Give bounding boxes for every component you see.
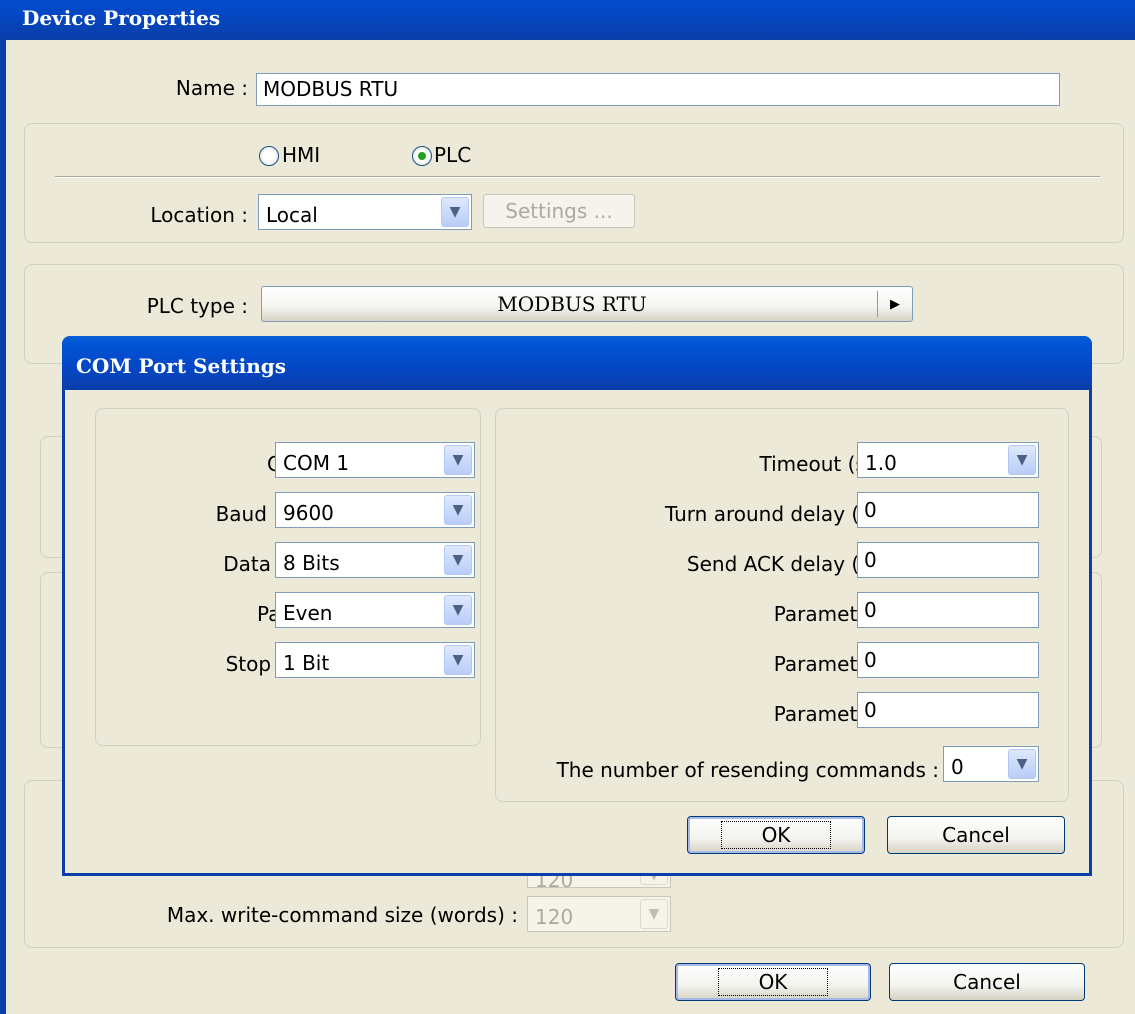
- chevron-down-icon[interactable]: ▼: [444, 545, 472, 575]
- plc-type-button[interactable]: MODBUS RTU ▶: [261, 286, 913, 322]
- com-port-settings-dialog: COM Port Settings COM : COM 1 ▼ Baud rat…: [62, 336, 1092, 876]
- stop-bits-value: 1 Bit: [283, 651, 330, 675]
- timeout-select[interactable]: 1.0 ▼: [857, 442, 1039, 478]
- group-separator: [55, 176, 1100, 178]
- ok-button-label: OK: [717, 968, 829, 996]
- window-title: Device Properties: [22, 6, 221, 30]
- max-write-label: Max. write-command size (words) :: [166, 903, 518, 927]
- parameter-2-label: Parameter 2 :: [773, 652, 910, 676]
- parity-select[interactable]: Even ▼: [275, 592, 475, 628]
- turn-around-delay-input[interactable]: 0: [857, 492, 1039, 528]
- name-label: Name :: [175, 76, 248, 100]
- chevron-down-icon[interactable]: ▼: [444, 495, 472, 525]
- send-ack-delay-input[interactable]: 0: [857, 542, 1039, 578]
- send-ack-delay-label: Send ACK delay (ms) :: [686, 552, 910, 576]
- chevron-down-icon[interactable]: ▼: [444, 445, 472, 475]
- plc-type-value: MODBUS RTU: [497, 292, 647, 316]
- chevron-down-icon[interactable]: ▼: [640, 899, 668, 929]
- max-write-select[interactable]: 120 ▼: [527, 896, 671, 932]
- com-cancel-button[interactable]: Cancel: [887, 816, 1065, 854]
- plc-label[interactable]: PLC: [434, 143, 471, 167]
- chevron-down-icon[interactable]: ▼: [441, 197, 469, 227]
- parameter-2-input[interactable]: 0: [857, 642, 1039, 678]
- stop-bits-select[interactable]: 1 Bit ▼: [275, 642, 475, 678]
- cancel-button[interactable]: Cancel: [889, 963, 1085, 1001]
- window-left-border: [0, 40, 6, 1014]
- settings-button[interactable]: Settings ...: [483, 194, 635, 228]
- plc-type-arrow-icon[interactable]: ▶: [877, 291, 912, 317]
- baud-rate-value: 9600: [283, 501, 334, 525]
- chevron-down-icon[interactable]: ▼: [1008, 749, 1036, 779]
- chevron-down-icon[interactable]: ▼: [444, 595, 472, 625]
- hmi-radio[interactable]: [259, 146, 279, 166]
- location-label: Location :: [150, 203, 248, 227]
- resend-commands-value: 0: [951, 755, 964, 779]
- hmi-label[interactable]: HMI: [282, 143, 320, 167]
- timeout-label: Timeout (sec) :: [759, 452, 910, 476]
- com-ok-button-label: OK: [720, 821, 832, 849]
- location-value: Local: [266, 203, 318, 227]
- ok-button[interactable]: OK: [675, 963, 871, 1001]
- data-bits-select[interactable]: 8 Bits ▼: [275, 542, 475, 578]
- location-select[interactable]: Local ▼: [258, 194, 472, 230]
- turn-around-delay-label: Turn around delay (ms) :: [664, 502, 910, 526]
- name-input[interactable]: MODBUS RTU: [256, 73, 1060, 106]
- timeout-value: 1.0: [865, 451, 897, 475]
- max-write-value: 120: [535, 905, 574, 929]
- com-ok-button[interactable]: OK: [687, 816, 865, 854]
- parameter-1-label: Parameter 1 :: [773, 602, 910, 626]
- parameter-1-input[interactable]: 0: [857, 592, 1039, 628]
- device-properties-titlebar[interactable]: Device Properties: [0, 0, 1135, 40]
- chevron-down-icon[interactable]: ▼: [444, 645, 472, 675]
- com-dialog-title: COM Port Settings: [76, 354, 287, 378]
- baud-rate-select[interactable]: 9600 ▼: [275, 492, 475, 528]
- plc-radio[interactable]: [412, 146, 432, 166]
- com-select[interactable]: COM 1 ▼: [275, 442, 475, 478]
- chevron-down-icon[interactable]: ▼: [1008, 445, 1036, 475]
- com-dialog-titlebar[interactable]: COM Port Settings: [62, 336, 1092, 390]
- parameter-3-label: Parameter 3 :: [773, 702, 910, 726]
- resend-commands-label: The number of resending commands :: [556, 758, 939, 782]
- parameter-3-input[interactable]: 0: [857, 692, 1039, 728]
- plc-type-label: PLC type :: [146, 294, 248, 318]
- resend-commands-select[interactable]: 0 ▼: [943, 746, 1039, 782]
- data-bits-value: 8 Bits: [283, 551, 340, 575]
- com-value: COM 1: [283, 451, 350, 475]
- parity-value: Even: [283, 601, 333, 625]
